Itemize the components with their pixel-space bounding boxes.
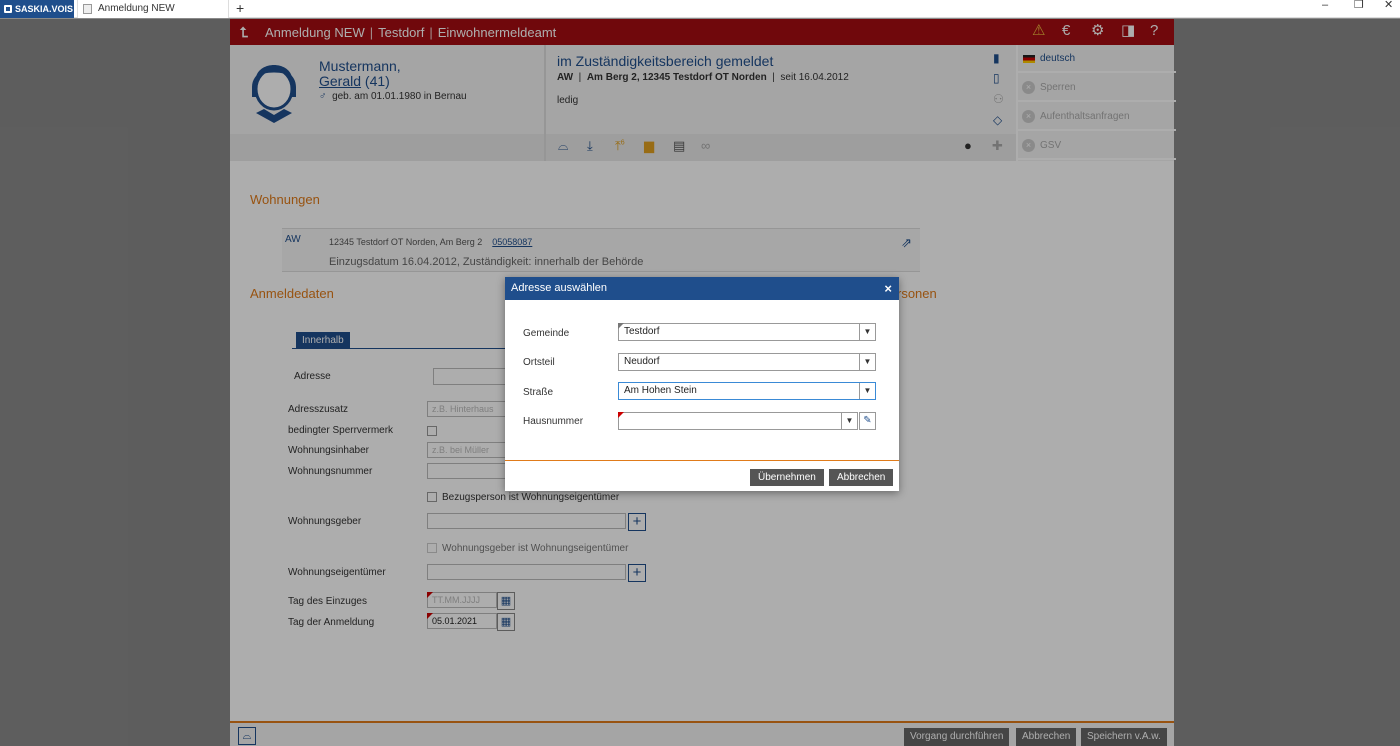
ortsteil-label: Ortsteil: [523, 357, 555, 368]
field-marker: [618, 323, 624, 329]
dialog-header: Adresse auswählen ×: [505, 277, 899, 300]
gemeinde-label: Gemeinde: [523, 328, 570, 339]
strasse-select[interactable]: Am Hohen Stein ▼: [618, 382, 876, 400]
page-icon: [83, 4, 92, 14]
gemeinde-select[interactable]: Testdorf ▼: [618, 323, 876, 341]
hausnummer-select[interactable]: ▼: [618, 412, 858, 430]
hausnummer-label: Hausnummer: [523, 416, 584, 427]
app-brand[interactable]: SASKIA.VOIS: [0, 0, 74, 18]
required-marker: [618, 412, 624, 418]
browser-chrome: SASKIA.VOIS Anmeldung NEW + – ❐ ✕: [0, 0, 1400, 18]
chevron-down-icon[interactable]: ▼: [841, 413, 857, 429]
dialog-abbrechen-button[interactable]: Abbrechen: [829, 469, 894, 486]
strasse-label: Straße: [523, 387, 554, 398]
grid-icon: [4, 5, 12, 13]
window-close-button[interactable]: ✕: [1384, 0, 1393, 11]
ortsteil-select[interactable]: Neudorf ▼: [618, 353, 876, 371]
new-tab-button[interactable]: +: [236, 0, 244, 17]
minimize-button[interactable]: –: [1322, 0, 1328, 11]
pencil-icon[interactable]: ✎: [859, 412, 876, 430]
restore-button[interactable]: ❐: [1354, 0, 1364, 11]
browser-tab[interactable]: Anmeldung NEW: [77, 0, 229, 18]
dialog-footer: Übernehmen Abbrechen: [505, 460, 899, 491]
chevron-down-icon[interactable]: ▼: [859, 324, 875, 340]
close-icon[interactable]: ×: [884, 277, 892, 300]
address-dialog: Adresse auswählen × Gemeinde Testdorf ▼ O…: [505, 277, 899, 491]
uebernehmen-button[interactable]: Übernehmen: [750, 469, 824, 486]
chevron-down-icon[interactable]: ▼: [859, 354, 875, 370]
chevron-down-icon[interactable]: ▼: [859, 383, 875, 399]
